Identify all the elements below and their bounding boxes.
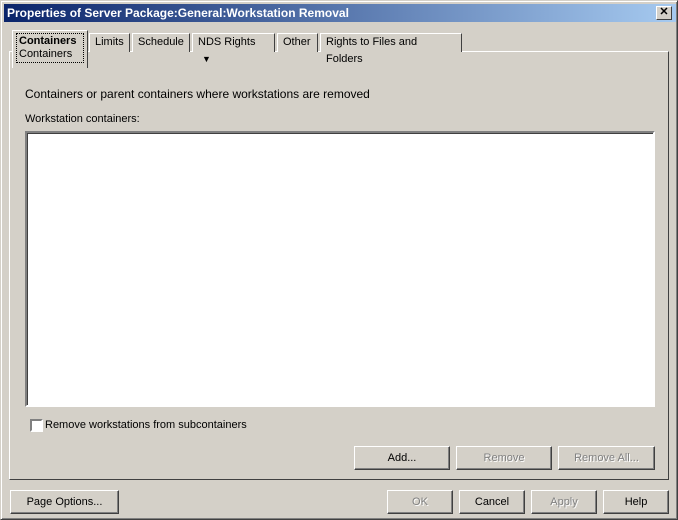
tab-rights-to-files[interactable]: Rights to Files and Folders [320,33,462,65]
tab-label: Schedule [138,36,184,48]
remove-subcontainers-checkbox[interactable] [30,419,43,432]
tab-other[interactable]: Other [277,33,318,52]
tab-sublabel: Containers [19,48,73,60]
tab-containers[interactable]: Containers Containers [12,30,88,68]
tab-schedule[interactable]: Schedule [132,33,190,52]
page-options-button[interactable]: Page Options... [10,490,119,514]
list-label: Workstation containers: [25,113,140,125]
description-text: Containers or parent containers where wo… [25,87,370,101]
dropdown-arrow-icon: ▼ [202,54,211,64]
tab-label: NDS Rights [198,36,256,48]
remove-button[interactable]: Remove [456,446,552,470]
tab-nds-rights[interactable]: NDS Rights ▼ [192,33,275,64]
tab-limits[interactable]: Limits [89,33,130,52]
help-button[interactable]: Help [603,490,669,514]
close-icon[interactable]: ✕ [656,6,672,20]
tab-label: Limits [95,36,124,48]
tab-label: Other [283,36,311,48]
apply-button[interactable]: Apply [531,490,597,514]
add-button[interactable]: Add... [354,446,450,470]
window-title: Properties of Server Package:General:Wor… [7,6,349,20]
title-bar: Properties of Server Package:General:Wor… [4,4,676,22]
workstation-containers-list[interactable] [25,131,655,407]
cancel-button[interactable]: Cancel [459,490,525,514]
remove-all-button[interactable]: Remove All... [558,446,655,470]
checkbox-label: Remove workstations from subcontainers [45,419,247,431]
tab-label: Containers [19,35,77,47]
ok-button[interactable]: OK [387,490,453,514]
properties-dialog: Properties of Server Package:General:Wor… [0,0,678,520]
